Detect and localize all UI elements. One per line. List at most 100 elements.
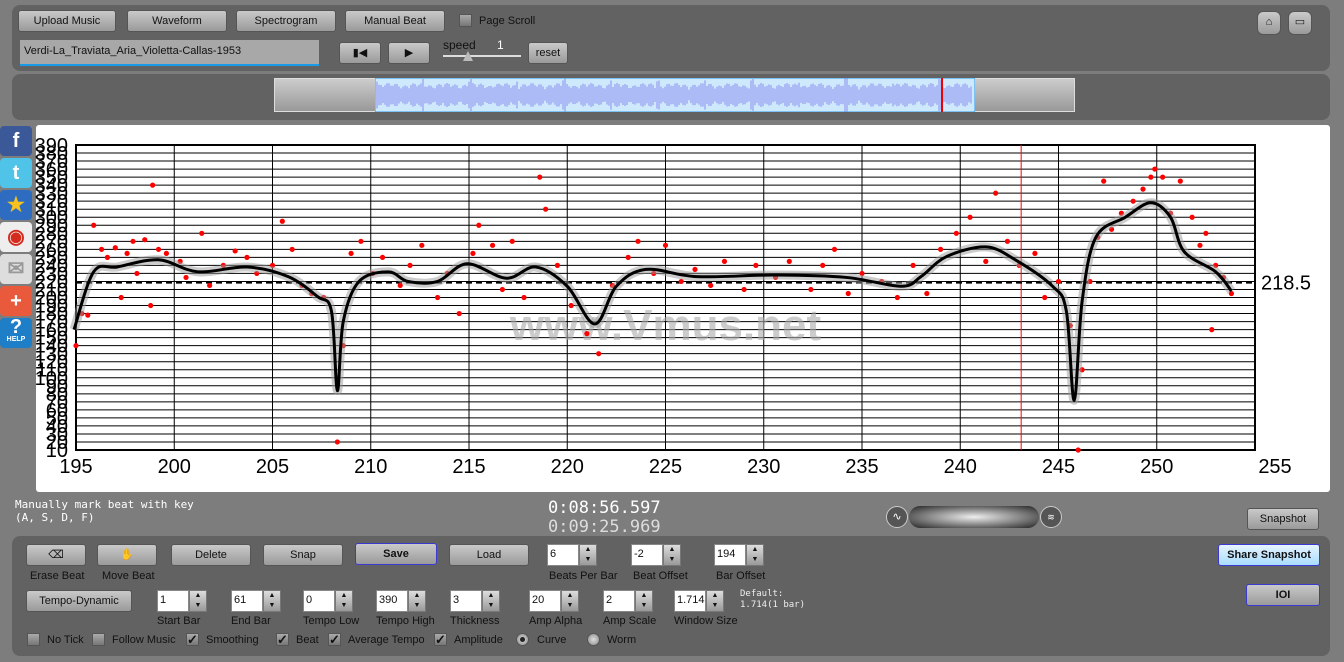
- x-tick-label: 210: [354, 456, 387, 478]
- load-button[interactable]: Load: [449, 544, 529, 566]
- snapshot-button[interactable]: Snapshot: [1247, 508, 1319, 530]
- beats-per-bar-stepper[interactable]: 6 ▲ ▼: [547, 544, 599, 568]
- start-bar-label: Start Bar: [157, 615, 201, 627]
- play-button[interactable]: ▶: [388, 42, 430, 64]
- fullscreen-button[interactable]: ▭: [1288, 11, 1312, 35]
- stepper-arrows-icon[interactable]: ▲ ▼: [663, 544, 681, 566]
- beat-point: [470, 250, 476, 256]
- sine-wave-icon[interactable]: ∿: [886, 506, 908, 528]
- no-tick-checkbox[interactable]: [27, 633, 40, 646]
- window-size-stepper[interactable]: 1.714 ▲ ▼: [674, 590, 726, 614]
- erase-beat-button[interactable]: ⌫: [26, 544, 86, 566]
- bar-offset-input[interactable]: 194: [714, 544, 746, 566]
- speed-value: 1: [497, 38, 504, 52]
- beat-point: [953, 230, 959, 236]
- tempo-low-input[interactable]: 0: [303, 590, 335, 612]
- beat-offset-input[interactable]: -2: [631, 544, 663, 566]
- tempo-high-stepper[interactable]: 390 ▲ ▼: [376, 590, 428, 614]
- beat-point: [509, 238, 515, 244]
- smoothing-checkbox[interactable]: ✓: [186, 633, 199, 646]
- thickness-input[interactable]: 3: [450, 590, 482, 612]
- move-beat-button[interactable]: ✋: [97, 544, 157, 566]
- beat-point: [499, 286, 506, 293]
- worm-label: Worm: [607, 634, 637, 646]
- beat-point: [662, 242, 669, 248]
- default-line-1: Default:: [740, 589, 784, 599]
- stepper-arrows-icon[interactable]: ▲ ▼: [408, 590, 426, 612]
- watermark: www.Vmus.net: [509, 301, 822, 350]
- amp-scale-input[interactable]: 2: [603, 590, 635, 612]
- stepper-arrows-icon[interactable]: ▲ ▼: [746, 544, 764, 566]
- start-bar-input[interactable]: 1: [157, 590, 189, 612]
- amp-alpha-stepper[interactable]: 20 ▲ ▼: [529, 590, 581, 614]
- delete-button[interactable]: Delete: [171, 544, 251, 566]
- beat-offset-stepper[interactable]: -2 ▲ ▼: [631, 544, 683, 568]
- speed-label: speed: [443, 38, 476, 52]
- speed-slider[interactable]: [443, 51, 521, 61]
- home-button[interactable]: ⌂: [1257, 11, 1281, 35]
- stepper-arrows-icon[interactable]: ▲ ▼: [635, 590, 653, 612]
- beat-point: [1148, 174, 1154, 180]
- beats-per-bar-input[interactable]: 6: [547, 544, 579, 566]
- bar-offset-stepper[interactable]: 194 ▲ ▼: [714, 544, 766, 568]
- stepper-arrows-icon[interactable]: ▲ ▼: [335, 590, 353, 612]
- overview-waveform[interactable]: [375, 78, 975, 112]
- spectrogram-button[interactable]: Spectrogram: [236, 10, 336, 32]
- end-bar-input[interactable]: 61: [231, 590, 263, 612]
- thickness-label: Thickness: [450, 615, 500, 627]
- end-bar-stepper[interactable]: 61 ▲ ▼: [231, 590, 283, 614]
- page-scroll-checkbox[interactable]: [459, 14, 472, 27]
- amplitude-checkbox[interactable]: ✓: [434, 633, 447, 646]
- x-tick-label: 200: [158, 456, 191, 478]
- curve-radio[interactable]: [516, 633, 529, 646]
- tempo-high-input[interactable]: 390: [376, 590, 408, 612]
- beat-point: [183, 274, 189, 281]
- worm-radio[interactable]: [587, 633, 600, 646]
- follow-music-checkbox[interactable]: [92, 633, 105, 646]
- stepper-arrows-icon[interactable]: ▲ ▼: [579, 544, 597, 566]
- ioi-button[interactable]: IOI: [1246, 584, 1320, 606]
- save-button[interactable]: Save: [355, 543, 437, 565]
- beat-point: [232, 248, 238, 254]
- stepper-arrows-icon[interactable]: ▲ ▼: [561, 590, 579, 612]
- beat-point: [1203, 230, 1209, 236]
- beat-point: [753, 262, 759, 268]
- waveform-icon[interactable]: ≋: [1040, 506, 1062, 528]
- thickness-stepper[interactable]: 3 ▲ ▼: [450, 590, 502, 614]
- track-name-input[interactable]: Verdi-La_Traviata_Aria_Violetta-Callas-1…: [20, 40, 319, 66]
- manual-beat-button[interactable]: Manual Beat: [345, 10, 445, 32]
- beat-point: [348, 250, 354, 256]
- beat-point: [73, 343, 79, 349]
- beat-checkbox[interactable]: ✓: [276, 633, 289, 646]
- tempo-chart-svg[interactable]: 1020304050607080901001101201301401501601…: [12, 125, 1330, 492]
- rewind-button[interactable]: ▮◀: [339, 42, 381, 64]
- tempo-dynamic-button[interactable]: Tempo-Dynamic: [26, 590, 132, 612]
- stepper-arrows-icon[interactable]: ▲ ▼: [263, 590, 281, 612]
- beat-point: [692, 266, 698, 273]
- amp-alpha-input[interactable]: 20: [529, 590, 561, 612]
- beat-point: [584, 331, 590, 337]
- stepper-arrows-icon[interactable]: ▲ ▼: [482, 590, 500, 612]
- beat-point: [1209, 327, 1215, 333]
- beat-point: [1140, 186, 1146, 192]
- x-tick-label: 255: [1258, 456, 1291, 478]
- waveform-button[interactable]: Waveform: [127, 10, 227, 32]
- tempo-low-stepper[interactable]: 0 ▲ ▼: [303, 590, 355, 614]
- beat-point: [1160, 174, 1166, 180]
- share-snapshot-button[interactable]: Share Snapshot: [1218, 544, 1320, 566]
- play-icon: ▶: [404, 47, 414, 59]
- upload-music-button[interactable]: Upload Music: [18, 10, 116, 32]
- reset-button[interactable]: reset: [528, 42, 568, 64]
- mix-slider[interactable]: [909, 506, 1039, 528]
- beat-point: [124, 250, 130, 256]
- default-window-note: Default: 1.714(1 bar): [740, 589, 805, 611]
- average-tempo-checkbox[interactable]: ✓: [328, 633, 341, 646]
- stepper-arrows-icon[interactable]: ▲ ▼: [189, 590, 207, 612]
- start-bar-stepper[interactable]: 1 ▲ ▼: [157, 590, 209, 614]
- stepper-arrows-icon[interactable]: ▲ ▼: [706, 590, 724, 612]
- snap-button[interactable]: Snap: [263, 544, 343, 566]
- beat-point: [1055, 278, 1062, 285]
- window-size-input[interactable]: 1.714: [674, 590, 706, 612]
- beat-point: [924, 290, 930, 297]
- amp-scale-stepper[interactable]: 2 ▲ ▼: [603, 590, 655, 614]
